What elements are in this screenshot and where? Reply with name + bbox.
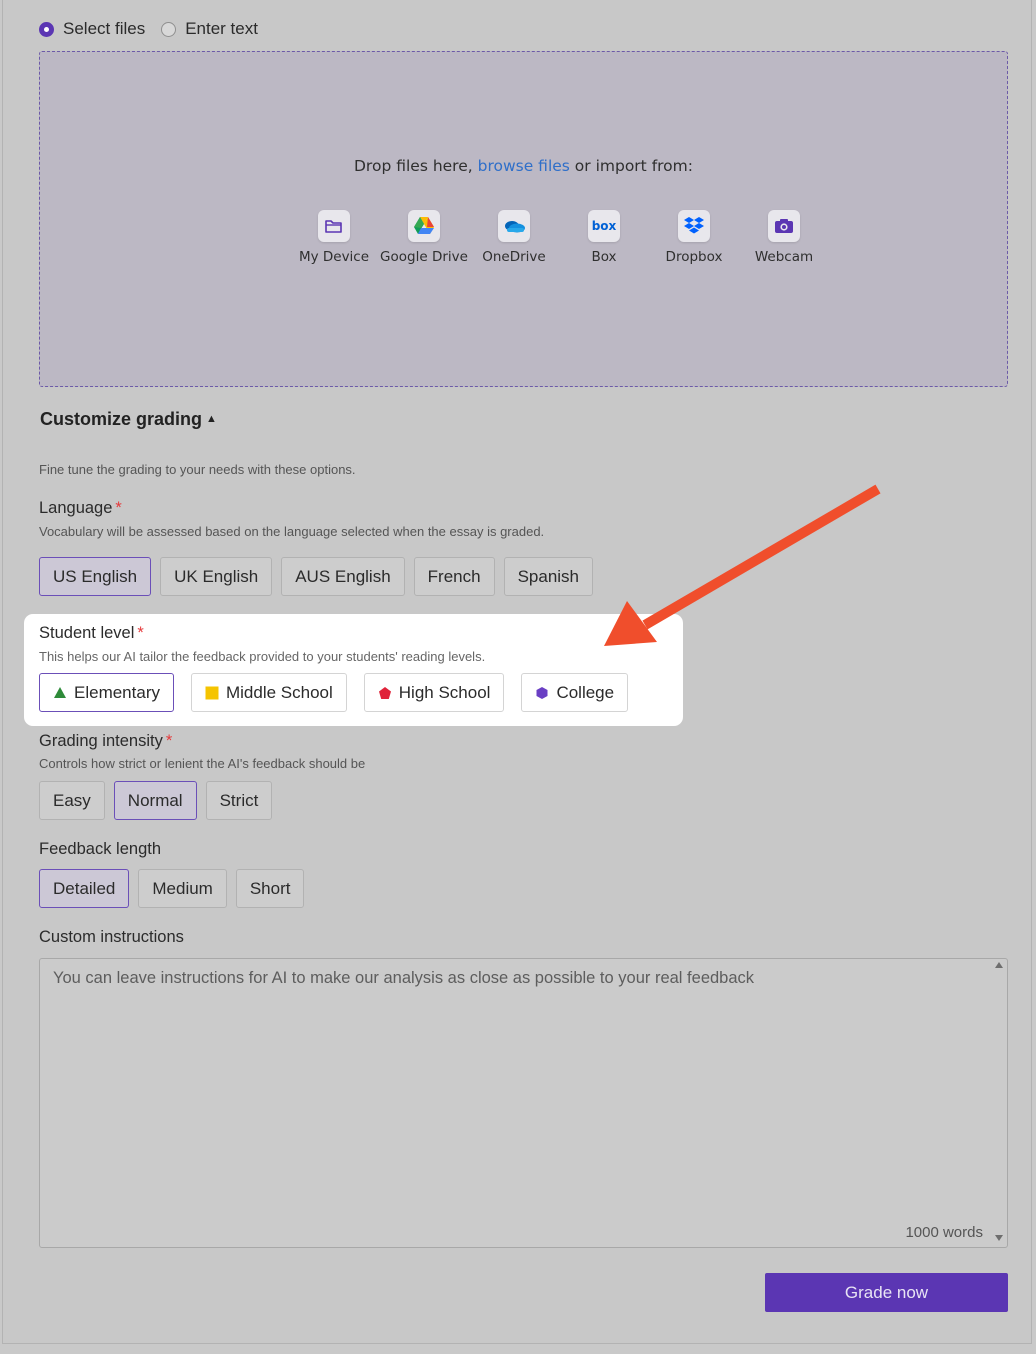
browse-files-link[interactable]: browse files bbox=[478, 157, 570, 175]
student-level-label: Student level * bbox=[39, 624, 144, 643]
option-label: College bbox=[556, 682, 615, 702]
dropzone-instructions: Drop files here, browse files or import … bbox=[40, 157, 1007, 175]
file-dropzone[interactable]: Drop files here, browse files or import … bbox=[39, 51, 1008, 387]
textarea-placeholder: You can leave instructions for AI to mak… bbox=[53, 969, 755, 987]
dropzone-text: or import from: bbox=[569, 157, 693, 175]
radio-enter-text[interactable]: Enter text bbox=[161, 19, 258, 39]
feedback-length-label: Feedback length bbox=[39, 840, 161, 859]
label-text: Language bbox=[39, 499, 113, 517]
option-label: Elementary bbox=[74, 682, 160, 702]
source-label: Dropbox bbox=[665, 249, 723, 265]
language-help: Vocabulary will be assessed based on the… bbox=[39, 524, 545, 539]
customize-grading-toggle[interactable]: Customize grading ▲ bbox=[40, 409, 217, 430]
language-option-us-english[interactable]: US English bbox=[39, 557, 152, 596]
language-option-spanish[interactable]: Spanish bbox=[503, 557, 594, 596]
folder-icon bbox=[318, 210, 350, 242]
radio-select-files[interactable]: Select files bbox=[39, 19, 145, 39]
radio-unselected-icon bbox=[161, 21, 177, 37]
option-label: High School bbox=[398, 682, 491, 702]
section-title: Customize grading bbox=[40, 409, 203, 429]
source-dropbox[interactable]: Dropbox bbox=[649, 210, 739, 265]
pentagon-icon bbox=[378, 686, 391, 699]
intensity-option-normal[interactable]: Normal bbox=[113, 781, 197, 820]
source-label: Box bbox=[591, 249, 617, 265]
student-level-highlight: Student level * This helps our AI tailor … bbox=[24, 614, 683, 726]
source-google-drive[interactable]: Google Drive bbox=[379, 210, 469, 265]
student-level-middle-school[interactable]: Middle School bbox=[190, 673, 347, 712]
grading-form: Select files Enter text Drop files here,… bbox=[2, 0, 1032, 1344]
language-label: Language * bbox=[39, 499, 122, 518]
import-sources: My Device Google Drive OneDrive box Box bbox=[289, 210, 829, 265]
source-onedrive[interactable]: OneDrive bbox=[469, 210, 559, 265]
input-mode-radio-group: Select files Enter text bbox=[39, 19, 274, 39]
onedrive-icon bbox=[498, 210, 530, 242]
word-count: 1000 words bbox=[905, 1224, 983, 1241]
source-label: OneDrive bbox=[482, 249, 546, 265]
grade-now-button[interactable]: Grade now bbox=[765, 1273, 1008, 1312]
radio-label: Select files bbox=[63, 19, 146, 38]
label-text: Grading intensity bbox=[39, 732, 163, 750]
custom-instructions-label: Custom instructions bbox=[39, 928, 184, 947]
hexagon-icon bbox=[536, 686, 548, 699]
source-label: Webcam bbox=[754, 249, 814, 265]
required-mark: * bbox=[165, 732, 173, 750]
source-webcam[interactable]: Webcam bbox=[739, 210, 829, 265]
feedback-option-short[interactable]: Short bbox=[235, 869, 305, 908]
required-mark: * bbox=[137, 624, 144, 642]
language-option-aus-english[interactable]: AUS English bbox=[281, 557, 405, 596]
customize-description: Fine tune the grading to your needs with… bbox=[39, 462, 356, 477]
intensity-option-easy[interactable]: Easy bbox=[39, 781, 105, 820]
triangle-icon bbox=[54, 687, 66, 698]
svg-text:box: box bbox=[592, 219, 617, 233]
option-label: Middle School bbox=[225, 682, 333, 702]
grading-intensity-label: Grading intensity * bbox=[39, 732, 172, 751]
label-text: Student level bbox=[39, 624, 135, 642]
language-options: US English UK English AUS English French… bbox=[39, 557, 602, 596]
source-my-device[interactable]: My Device bbox=[289, 210, 379, 265]
student-level-elementary[interactable]: Elementary bbox=[39, 673, 174, 712]
scroll-down-icon[interactable] bbox=[995, 1235, 1003, 1241]
source-label: Google Drive bbox=[380, 249, 468, 265]
feedback-option-detailed[interactable]: Detailed bbox=[39, 869, 130, 908]
grading-intensity-help: Controls how strict or lenient the AI's … bbox=[39, 756, 366, 771]
label-text: Feedback length bbox=[39, 840, 162, 858]
feedback-length-options: Detailed Medium Short bbox=[39, 869, 313, 908]
student-level-options: Elementary Middle School High School Col… bbox=[39, 673, 645, 712]
radio-selected-icon bbox=[39, 21, 54, 37]
box-icon: box bbox=[588, 210, 620, 242]
camera-icon bbox=[768, 210, 800, 242]
source-box[interactable]: box Box bbox=[559, 210, 649, 265]
language-option-uk-english[interactable]: UK English bbox=[160, 557, 273, 596]
student-level-high-school[interactable]: High School bbox=[363, 673, 505, 712]
feedback-option-medium[interactable]: Medium bbox=[138, 869, 227, 908]
caret-up-icon: ▲ bbox=[206, 413, 217, 425]
label-text: Custom instructions bbox=[39, 928, 184, 946]
source-label: My Device bbox=[298, 249, 370, 265]
square-icon bbox=[205, 686, 219, 699]
grading-intensity-options: Easy Normal Strict bbox=[39, 781, 281, 820]
radio-label: Enter text bbox=[185, 19, 258, 38]
intensity-option-strict[interactable]: Strict bbox=[205, 781, 273, 820]
scroll-up-icon[interactable] bbox=[995, 962, 1003, 968]
custom-instructions-textarea[interactable]: You can leave instructions for AI to mak… bbox=[39, 958, 1008, 1248]
language-option-french[interactable]: French bbox=[413, 557, 495, 596]
dropbox-icon bbox=[678, 210, 710, 242]
student-level-help: This helps our AI tailor the feedback pr… bbox=[39, 649, 486, 664]
student-level-college[interactable]: College bbox=[521, 673, 629, 712]
required-mark: * bbox=[115, 499, 122, 517]
dropzone-text: Drop files here, bbox=[354, 157, 478, 175]
google-drive-icon bbox=[408, 210, 440, 242]
